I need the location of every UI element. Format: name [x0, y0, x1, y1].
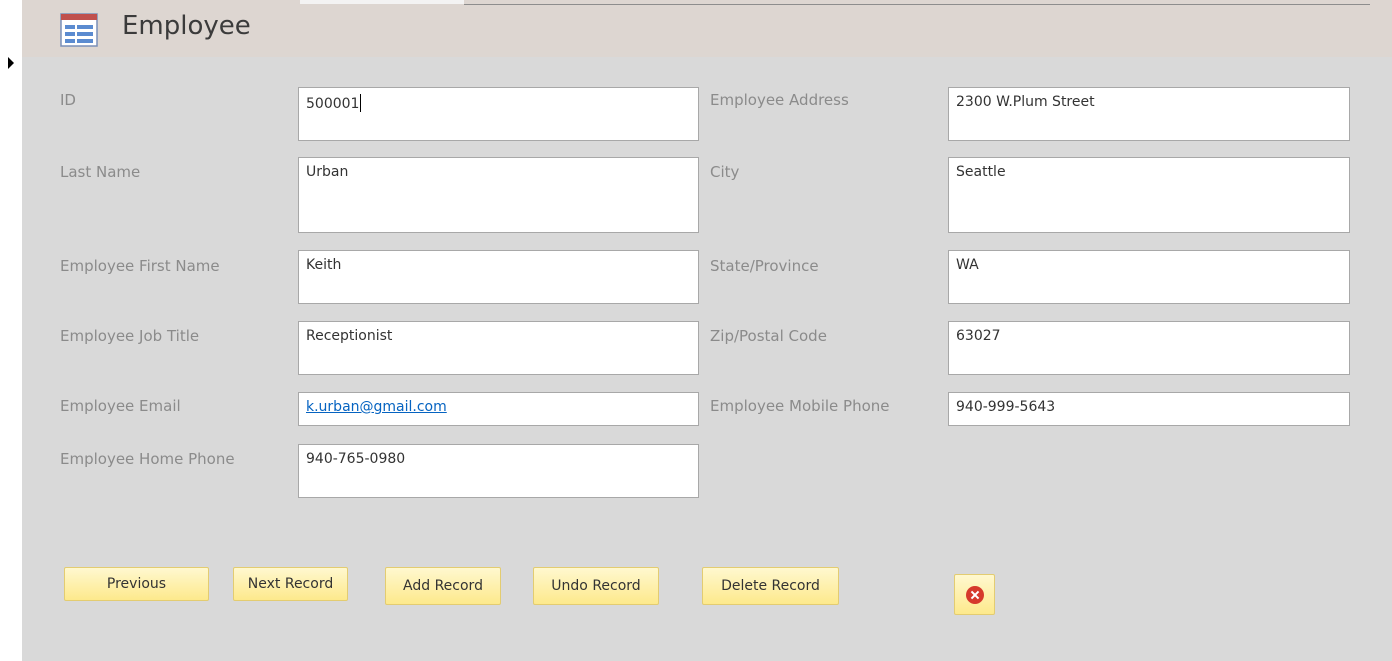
zip-value: 63027	[956, 328, 1001, 344]
mobile-phone-field[interactable]: 940-999-5643	[948, 392, 1350, 426]
next-record-button[interactable]: Next Record	[233, 567, 348, 601]
record-selector[interactable]	[0, 0, 23, 661]
job-title-field[interactable]: Receptionist	[298, 321, 699, 375]
id-label: ID	[60, 91, 76, 109]
id-value: 500001	[306, 96, 360, 112]
mobile-phone-value: 940-999-5643	[956, 399, 1056, 415]
record-pointer-icon	[8, 57, 14, 69]
id-field[interactable]: 500001	[298, 87, 699, 141]
previous-button[interactable]: Previous	[64, 567, 209, 601]
email-field[interactable]: k.urban@gmail.com	[298, 392, 699, 426]
zip-field[interactable]: 63027	[948, 321, 1350, 375]
home-phone-value: 940-765-0980	[306, 451, 406, 467]
top-divider	[464, 4, 1370, 5]
mobile-phone-label: Employee Mobile Phone	[710, 397, 890, 415]
zip-label: Zip/Postal Code	[710, 327, 827, 345]
address-value: 2300 W.Plum Street	[956, 94, 1095, 110]
first-name-value: Keith	[306, 257, 342, 273]
city-value: Seattle	[956, 164, 1006, 180]
first-name-field[interactable]: Keith	[298, 250, 699, 304]
add-record-button[interactable]: Add Record	[385, 567, 501, 605]
home-phone-field[interactable]: 940-765-0980	[298, 444, 699, 498]
last-name-field[interactable]: Urban	[298, 157, 699, 233]
text-caret	[360, 94, 362, 112]
address-field[interactable]: 2300 W.Plum Street	[948, 87, 1350, 141]
top-tab-strip	[300, 0, 464, 4]
email-link[interactable]: k.urban@gmail.com	[306, 399, 447, 415]
job-title-label: Employee Job Title	[60, 327, 200, 345]
home-phone-label: Employee Home Phone	[60, 450, 235, 468]
close-icon	[965, 585, 984, 604]
first-name-label: Employee First Name	[60, 257, 220, 275]
form-icon	[60, 13, 98, 47]
undo-record-button[interactable]: Undo Record	[533, 567, 659, 605]
state-field[interactable]: WA	[948, 250, 1350, 304]
last-name-label: Last Name	[60, 163, 141, 181]
last-name-value: Urban	[306, 164, 349, 180]
job-title-value: Receptionist	[306, 328, 393, 344]
address-label: Employee Address	[710, 91, 849, 109]
city-field[interactable]: Seattle	[948, 157, 1350, 233]
state-value: WA	[956, 257, 979, 273]
delete-record-button[interactable]: Delete Record	[702, 567, 839, 605]
city-label: City	[710, 163, 740, 181]
state-label: State/Province	[710, 257, 819, 275]
close-form-button[interactable]	[954, 574, 995, 615]
email-label: Employee Email	[60, 397, 181, 415]
form-title: Employee	[122, 11, 251, 41]
